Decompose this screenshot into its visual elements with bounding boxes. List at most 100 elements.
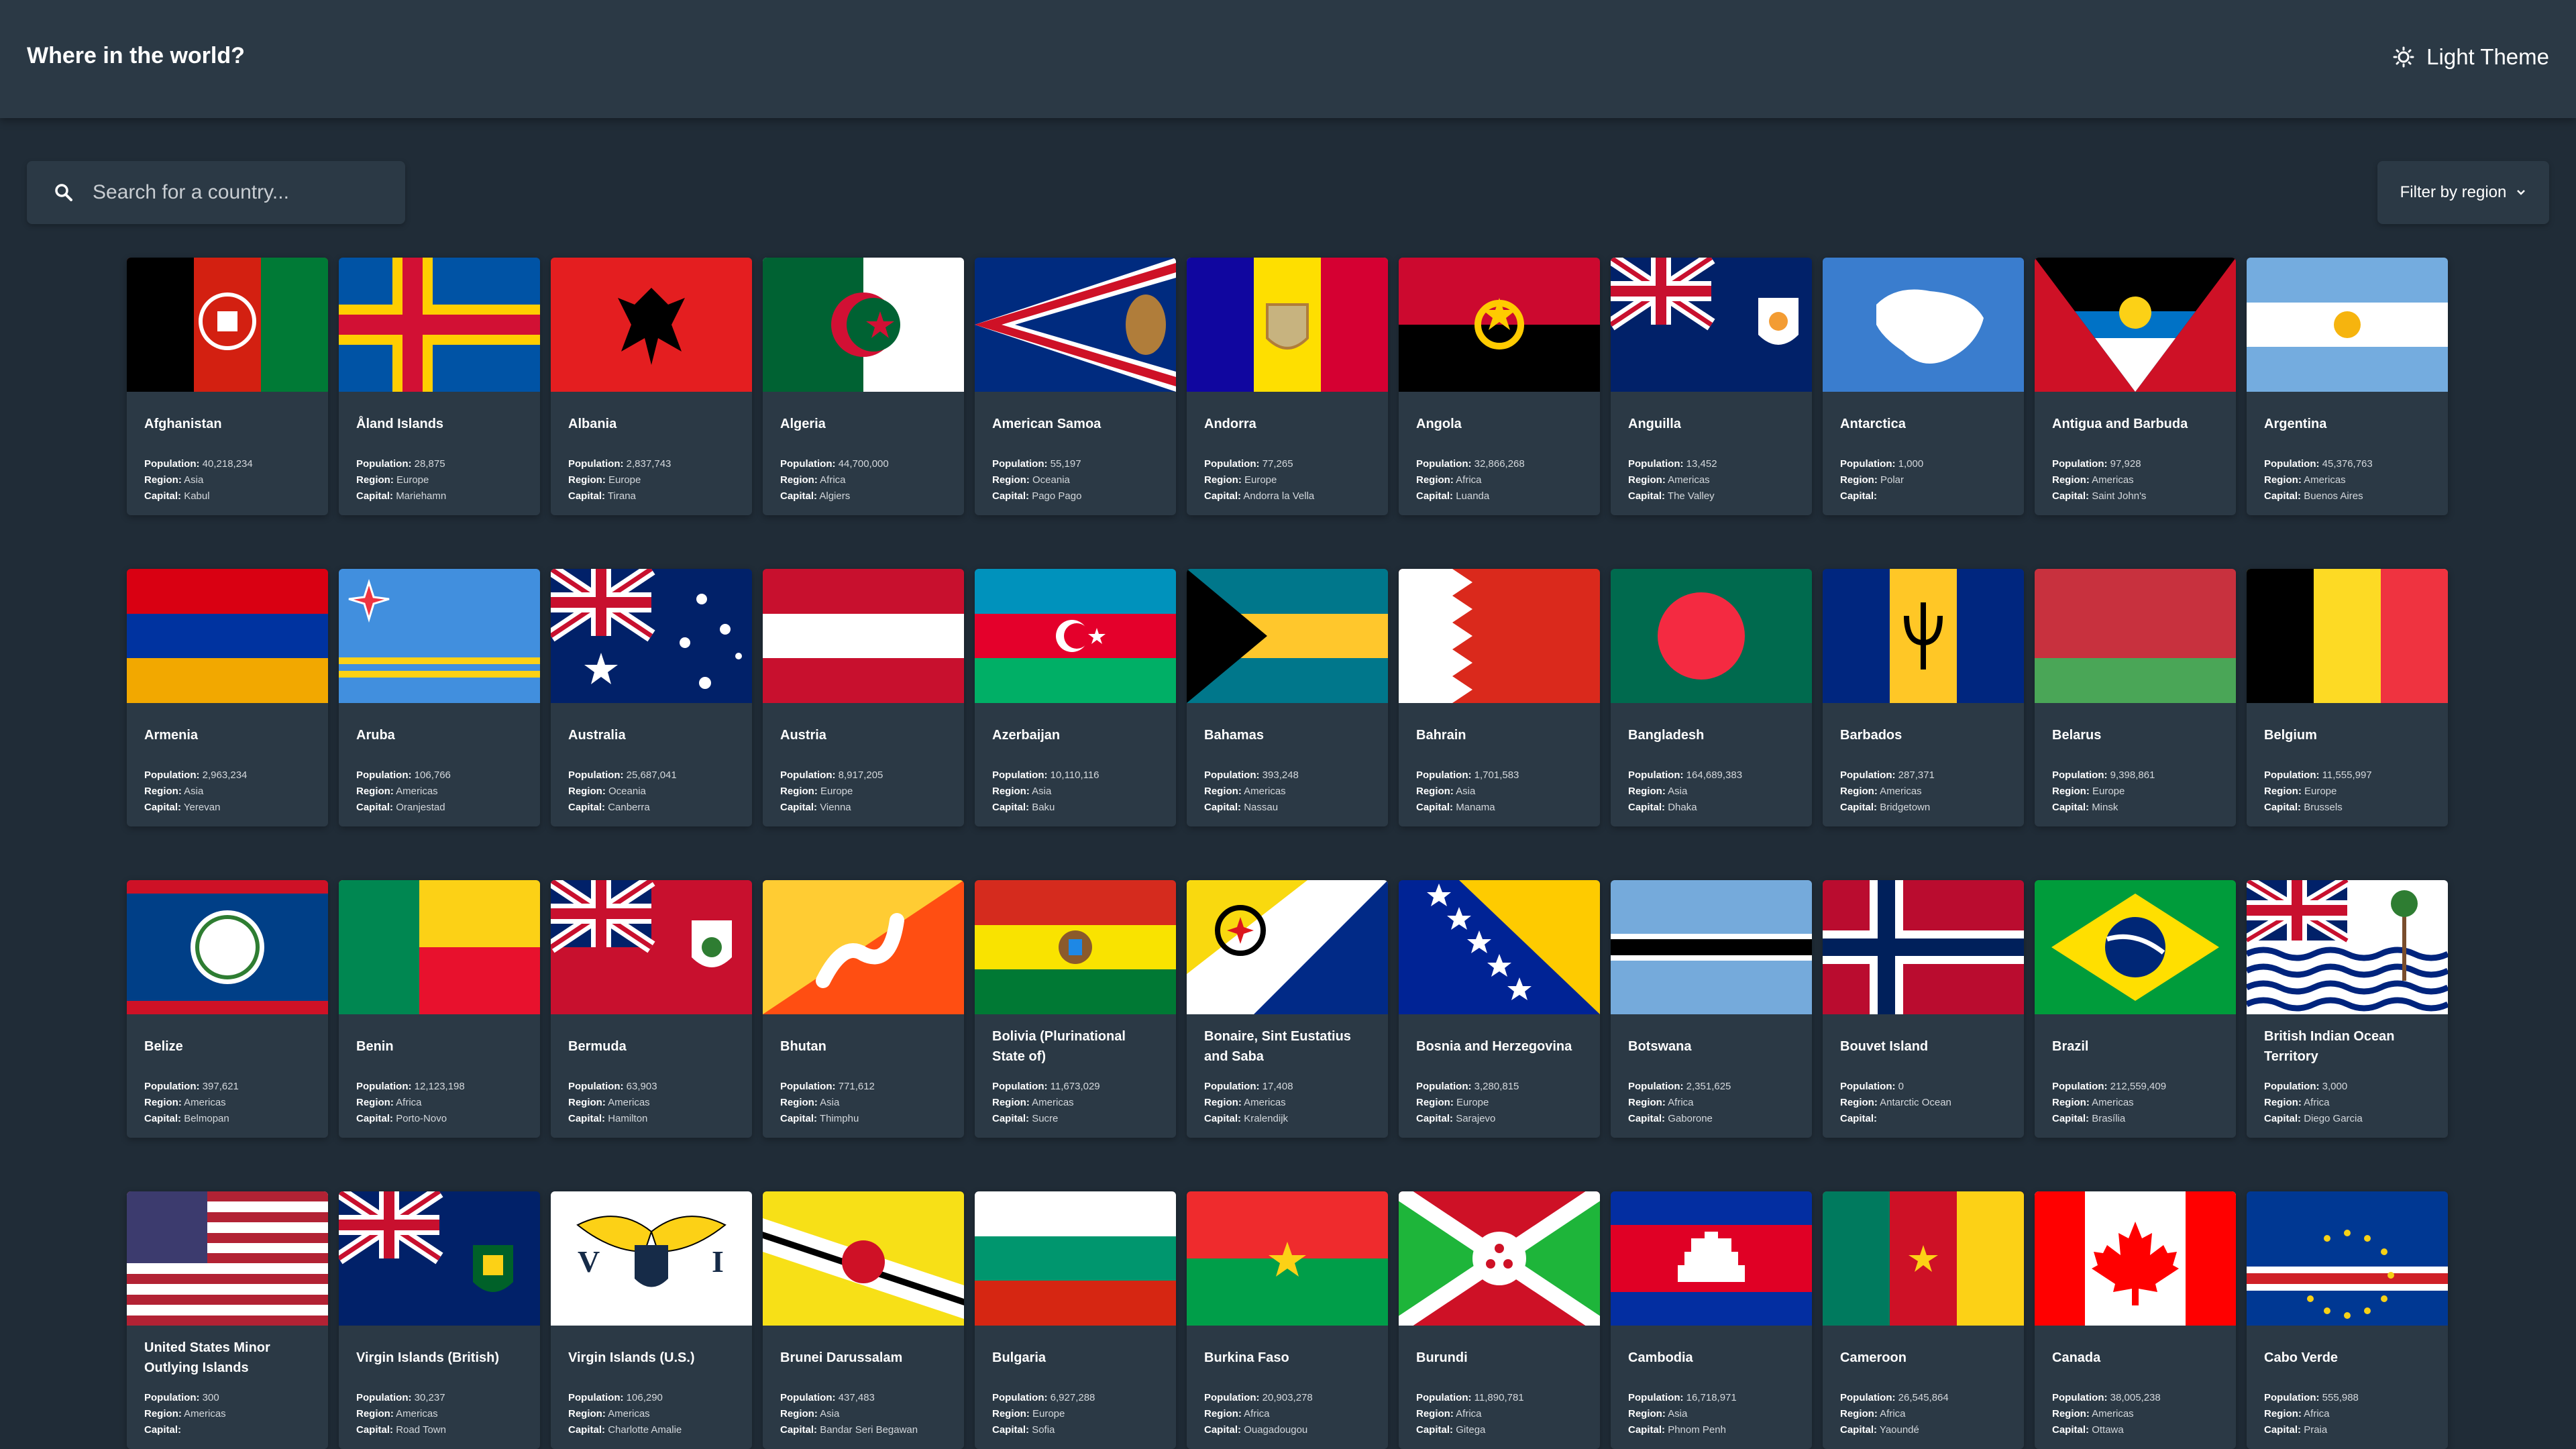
country-name: Antarctica bbox=[1840, 417, 1906, 431]
country-card[interactable]: Andorra Population: 77,265 Region: Europe C… bbox=[1187, 258, 1388, 515]
region-value: Asia bbox=[1456, 786, 1476, 797]
population-row: Population: 164,689,383 bbox=[1628, 767, 1794, 784]
country-card[interactable]: Virgin Islands (British) Population: 30,2… bbox=[339, 1191, 540, 1449]
country-info: Albania Population: 2,837,743 Region: Euro… bbox=[551, 392, 752, 504]
country-info: Belgium Population: 11,555,997 Region: Eur… bbox=[2247, 703, 2448, 816]
country-card[interactable]: Botswana Population: 2,351,625 Region: Afr… bbox=[1611, 880, 1812, 1138]
region-label: Region: bbox=[144, 1408, 182, 1419]
country-card[interactable]: Armenia Population: 2,963,234 Region: Asia… bbox=[127, 569, 328, 826]
country-card[interactable]: Antigua and Barbuda Population: 97,928 Reg… bbox=[2035, 258, 2236, 515]
country-card[interactable]: Argentina Population: 45,376,763 Region: A… bbox=[2247, 258, 2448, 515]
search-input[interactable] bbox=[91, 180, 389, 205]
country-card[interactable]: Anguilla Population: 13,452 Region: Americ… bbox=[1611, 258, 1812, 515]
country-card[interactable]: Albania Population: 2,837,743 Region: Euro… bbox=[551, 258, 752, 515]
capital-value: Charlotte Amalie bbox=[608, 1424, 682, 1436]
country-card[interactable]: Burundi Population: 11,890,781 Region: Afr… bbox=[1399, 1191, 1600, 1449]
population-value: 771,612 bbox=[838, 1081, 875, 1092]
country-card[interactable]: Belgium Population: 11,555,997 Region: Eur… bbox=[2247, 569, 2448, 826]
country-card[interactable]: Bolivia (Plurinational State of) Populati… bbox=[975, 880, 1176, 1138]
capital-value: Yerevan bbox=[183, 802, 221, 813]
region-filter-dropdown[interactable]: Filter by region bbox=[2377, 161, 2549, 224]
region-value: Antarctic Ocean bbox=[1880, 1097, 1951, 1108]
country-card[interactable]: Algeria Population: 44,700,000 Region: Afr… bbox=[763, 258, 964, 515]
population-value: 45,376,763 bbox=[2322, 458, 2373, 470]
population-value: 28,875 bbox=[414, 458, 445, 470]
country-card[interactable]: V I Virgin Islands (U.S.) Population: 106,2… bbox=[551, 1191, 752, 1449]
country-card[interactable]: Angola Population: 32,866,268 Region: Afri… bbox=[1399, 258, 1600, 515]
country-card[interactable]: British Indian Ocean Territory Population… bbox=[2247, 880, 2448, 1138]
country-card[interactable]: Brunei Darussalam Population: 437,483 Regi… bbox=[763, 1191, 964, 1449]
country-card[interactable]: Cabo Verde Population: 555,988 Region: Afr… bbox=[2247, 1191, 2448, 1449]
country-card[interactable]: Cameroon Population: 26,545,864 Region: Af… bbox=[1823, 1191, 2024, 1449]
country-card[interactable]: Belize Population: 397,621 Region: America… bbox=[127, 880, 328, 1138]
country-card[interactable]: Burkina Faso Population: 20,903,278 Region… bbox=[1187, 1191, 1388, 1449]
theme-toggle-button[interactable]: Light Theme bbox=[2393, 40, 2549, 74]
country-card[interactable]: Australia Population: 25,687,041 Region: O… bbox=[551, 569, 752, 826]
country-card[interactable]: Bermuda Population: 63,903 Region: America… bbox=[551, 880, 752, 1138]
country-card[interactable]: Azerbaijan Population: 10,110,116 Region: … bbox=[975, 569, 1176, 826]
capital-label: Capital: bbox=[1628, 1113, 1666, 1124]
region-row: Region: Africa bbox=[1416, 472, 1582, 488]
region-row: Region: Asia bbox=[1416, 784, 1582, 800]
country-card[interactable]: Afghanistan Population: 40,218,234 Region:… bbox=[127, 258, 328, 515]
capital-row: Capital: Thimphu bbox=[780, 1111, 947, 1127]
capital-row: Capital: Mariehamn bbox=[356, 488, 523, 504]
capital-value: Road Town bbox=[396, 1424, 446, 1436]
country-card[interactable]: Belarus Population: 9,398,861 Region: Euro… bbox=[2035, 569, 2236, 826]
country-card[interactable]: Åland Islands Population: 28,875 Region: E… bbox=[339, 258, 540, 515]
country-name: Bangladesh bbox=[1628, 728, 1705, 743]
capital-label: Capital: bbox=[144, 802, 182, 813]
country-info: Virgin Islands (British) Population: 30,2… bbox=[339, 1326, 540, 1438]
capital-row: Capital: Manama bbox=[1416, 800, 1582, 816]
population-value: 25,687,041 bbox=[626, 769, 677, 781]
capital-value: Pago Pago bbox=[1032, 490, 1082, 502]
country-info: Anguilla Population: 13,452 Region: Americ… bbox=[1611, 392, 1812, 504]
population-label: Population: bbox=[992, 1392, 1048, 1403]
country-card[interactable]: Bulgaria Population: 6,927,288 Region: Eur… bbox=[975, 1191, 1176, 1449]
country-info: Barbados Population: 287,371 Region: Ameri… bbox=[1823, 703, 2024, 816]
country-card[interactable]: Barbados Population: 287,371 Region: Ameri… bbox=[1823, 569, 2024, 826]
country-card[interactable]: American Samoa Population: 55,197 Region: … bbox=[975, 258, 1176, 515]
country-card[interactable]: Bhutan Population: 771,612 Region: Asia Cap… bbox=[763, 880, 964, 1138]
country-info: Canada Population: 38,005,238 Region: Amer… bbox=[2035, 1326, 2236, 1438]
search-box[interactable] bbox=[27, 161, 405, 224]
region-value: Americas bbox=[2092, 474, 2134, 486]
country-card[interactable]: Austria Population: 8,917,205 Region: Euro… bbox=[763, 569, 964, 826]
capital-row: Capital: Buenos Aires bbox=[2264, 488, 2430, 504]
country-card[interactable]: Bahamas Population: 393,248 Region: Americ… bbox=[1187, 569, 1388, 826]
population-value: 106,766 bbox=[414, 769, 451, 781]
country-card[interactable]: United States Minor Outlying Islands Popu… bbox=[127, 1191, 328, 1449]
region-label: Region: bbox=[1628, 474, 1666, 486]
country-card[interactable]: Canada Population: 38,005,238 Region: Amer… bbox=[2035, 1191, 2236, 1449]
country-card[interactable]: Bouvet Island Population: 0 Region: Antarc… bbox=[1823, 880, 2024, 1138]
country-card[interactable]: Bonaire, Sint Eustatius and Saba Populati… bbox=[1187, 880, 1388, 1138]
country-card[interactable]: Bosnia and Herzegovina Population: 3,280,… bbox=[1399, 880, 1600, 1138]
population-label: Population: bbox=[568, 458, 624, 470]
country-card[interactable]: Brazil Population: 212,559,409 Region: Ame… bbox=[2035, 880, 2236, 1138]
country-info: Burundi Population: 11,890,781 Region: Afr… bbox=[1399, 1326, 1600, 1438]
capital-value: Sofia bbox=[1032, 1424, 1055, 1436]
population-label: Population: bbox=[1204, 1392, 1260, 1403]
country-card[interactable]: Aruba Population: 106,766 Region: Americas… bbox=[339, 569, 540, 826]
country-name: Botswana bbox=[1628, 1039, 1692, 1054]
country-card[interactable]: Benin Population: 12,123,198 Region: Afric… bbox=[339, 880, 540, 1138]
population-row: Population: 437,483 bbox=[780, 1390, 947, 1406]
capital-value: Luanda bbox=[1456, 490, 1490, 502]
population-label: Population: bbox=[356, 1081, 412, 1092]
capital-value: Porto-Novo bbox=[396, 1113, 447, 1124]
capital-row: Capital: Saint John's bbox=[2052, 488, 2218, 504]
region-filter-label: Filter by region bbox=[2400, 183, 2507, 201]
region-row: Region: Africa bbox=[780, 472, 947, 488]
population-row: Population: 11,555,997 bbox=[2264, 767, 2430, 784]
country-info: Bahrain Population: 1,701,583 Region: Asia… bbox=[1399, 703, 1600, 816]
population-label: Population: bbox=[992, 769, 1048, 781]
region-value: Africa bbox=[1456, 474, 1482, 486]
country-flag-image bbox=[1611, 1191, 1812, 1326]
country-card[interactable]: Cambodia Population: 16,718,971 Region: As… bbox=[1611, 1191, 1812, 1449]
capital-row: Capital: Bridgetown bbox=[1840, 800, 2006, 816]
region-row: Region: Europe bbox=[992, 1406, 1159, 1422]
population-row: Population: 397,621 bbox=[144, 1079, 311, 1095]
country-card[interactable]: Bangladesh Population: 164,689,383 Region:… bbox=[1611, 569, 1812, 826]
country-card[interactable]: Bahrain Population: 1,701,583 Region: Asia… bbox=[1399, 569, 1600, 826]
country-card[interactable]: Antarctica Population: 1,000 Region: Polar… bbox=[1823, 258, 2024, 515]
